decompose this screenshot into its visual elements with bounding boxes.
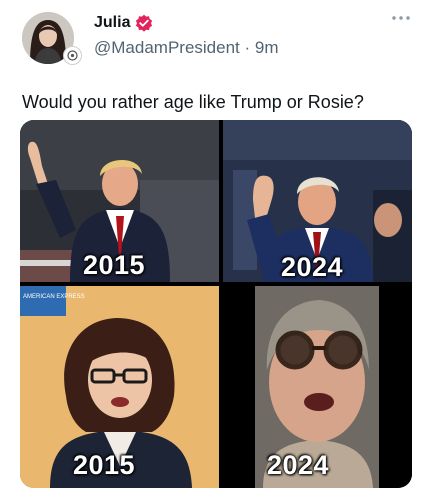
- media-panel-4[interactable]: 2024: [223, 286, 412, 488]
- year-label: 2024: [281, 252, 344, 282]
- display-name[interactable]: Julia: [94, 14, 130, 32]
- media-panel-1[interactable]: 2015: [20, 120, 219, 282]
- account-badge-icon: [63, 46, 82, 65]
- year-label: 2015: [83, 250, 146, 280]
- sign-text: AMERICAN EXPRESS: [23, 294, 85, 300]
- media-panel-3[interactable]: AMERICAN EXPRESS 2015: [20, 286, 219, 488]
- verified-badge-icon: [136, 14, 153, 32]
- year-label: 2024: [267, 450, 330, 480]
- handle-and-time: @MadamPresident · 9m: [94, 38, 279, 57]
- tweet-text: Would you rather age like Trump or Rosie…: [22, 92, 364, 112]
- name-row: Julia: [94, 12, 153, 34]
- media-grid[interactable]: 2015 2024 AMERICAN EXPRESS 2015 2024: [20, 120, 412, 488]
- media-panel-2[interactable]: 2024: [223, 120, 412, 282]
- year-label: 2015: [73, 450, 136, 480]
- tweet-header: Julia @MadamPresident · 9m: [0, 0, 433, 76]
- more-options-icon[interactable]: [391, 14, 411, 22]
